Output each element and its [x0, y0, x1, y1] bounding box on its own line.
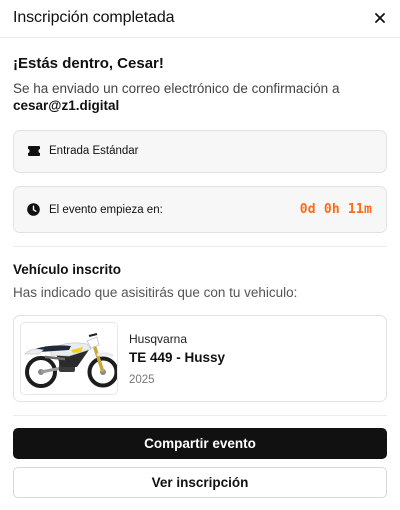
event-timer-card: El evento empieza en: 0d 0h 11m — [13, 186, 387, 233]
dirt-bike-image — [21, 323, 117, 394]
confirmation-message: Se ha enviado un correo electrónico de c… — [13, 81, 340, 96]
close-icon — [375, 13, 385, 23]
vehicle-section-subtitle: Has indicado que asisitirás que con tu v… — [13, 285, 298, 300]
modal-header: Inscripción completada — [0, 0, 400, 38]
event-timer-label: El evento empieza en: — [49, 204, 163, 216]
confirmation-email: cesar@z1.digital — [13, 98, 120, 113]
modal-title: Inscripción completada — [13, 9, 175, 26]
vehicle-section-title: Vehículo inscrito — [13, 262, 122, 277]
divider — [13, 246, 387, 247]
vehicle-year: 2025 — [129, 374, 155, 386]
share-event-button[interactable]: Compartir evento — [13, 428, 387, 459]
divider — [13, 415, 387, 416]
greeting-heading: ¡Estás dentro, Cesar! — [13, 55, 164, 72]
vehicle-card: Husqvarna TE 449 - Hussy 2025 — [13, 315, 387, 402]
ticket-icon — [28, 146, 40, 156]
vehicle-brand: Husqvarna — [129, 332, 188, 346]
event-countdown: 0d 0h 11m — [299, 202, 372, 217]
ticket-label: Entrada Estándar — [49, 145, 139, 157]
vehicle-thumbnail — [20, 322, 118, 395]
ticket-card: Entrada Estándar — [13, 130, 387, 173]
close-button[interactable] — [372, 10, 388, 26]
vehicle-model: TE 449 - Hussy — [129, 350, 226, 365]
view-registration-button[interactable]: Ver inscripción — [13, 467, 387, 498]
clock-icon — [27, 203, 40, 216]
